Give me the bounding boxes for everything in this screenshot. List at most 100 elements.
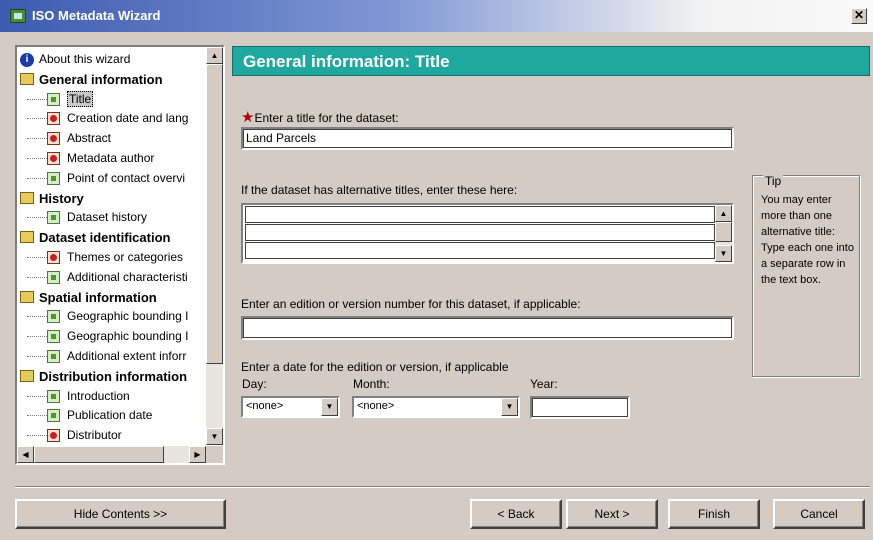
edition-input[interactable] xyxy=(246,320,729,334)
scroll-down-icon[interactable]: ▼ xyxy=(206,428,223,445)
tree-connector xyxy=(27,336,47,338)
tip-box: Tip You may enter more than one alternat… xyxy=(752,174,860,377)
tree-connector xyxy=(27,415,47,417)
book-icon xyxy=(20,369,34,382)
tree-item[interactable]: Point of contact overvi xyxy=(17,169,207,189)
tree-item-label: Creation date and lang xyxy=(67,111,189,126)
tree-item-label: History xyxy=(39,190,84,206)
tree-section[interactable]: History xyxy=(17,189,207,209)
tree-horizontal-scrollbar[interactable]: ◀ ▶ xyxy=(17,446,206,463)
scroll-down-icon[interactable]: ▼ xyxy=(715,245,732,262)
tree-item[interactable]: Creation date and lang xyxy=(17,109,207,129)
book-icon xyxy=(20,191,34,204)
tree-item-label: Introduction xyxy=(67,388,130,403)
tree-item[interactable]: Distributor xyxy=(17,426,207,446)
tree-item-label: Metadata author xyxy=(67,150,155,165)
tree-item-label: Distribution information xyxy=(39,368,188,384)
back-button[interactable]: < Back xyxy=(470,499,562,529)
tree-item[interactable]: Additional extent inforr xyxy=(17,347,207,367)
required-page-icon xyxy=(47,250,60,264)
tree-connector xyxy=(27,98,47,100)
tree-item-label: Dataset identification xyxy=(39,230,171,246)
tree-section[interactable]: General information xyxy=(17,70,207,90)
book-icon xyxy=(20,72,34,85)
scroll-left-icon[interactable]: ◀ xyxy=(17,446,34,463)
finish-button[interactable]: Finish xyxy=(668,499,760,529)
tree-connector xyxy=(27,355,47,357)
tree-item-label: General information xyxy=(39,71,163,87)
edition-input-box[interactable] xyxy=(241,316,734,340)
tree-item-label: Geographic bounding I xyxy=(67,329,189,344)
tree-connector xyxy=(27,316,47,318)
tree-item[interactable]: Dataset history xyxy=(17,208,207,228)
tree-section[interactable]: Spatial information xyxy=(17,288,207,308)
tree-item-label: Distributor xyxy=(67,428,122,443)
info-icon: i xyxy=(20,53,34,67)
date-label: Enter a date for the edition or version,… xyxy=(241,360,509,374)
tree-item[interactable]: Publication date xyxy=(17,406,207,426)
day-select[interactable]: <none> ▼ xyxy=(241,396,340,418)
tree-connector xyxy=(27,395,47,397)
month-select[interactable]: <none> ▼ xyxy=(352,396,520,418)
alt-titles-scrollbar[interactable]: ▲ ▼ xyxy=(715,205,732,262)
next-button[interactable]: Next > xyxy=(566,499,658,529)
alt-title-row[interactable] xyxy=(245,206,715,223)
tree-item-label: Additional characteristi xyxy=(67,269,188,284)
chevron-down-icon[interactable]: ▼ xyxy=(321,398,338,416)
scroll-up-icon[interactable]: ▲ xyxy=(206,47,223,64)
title-input[interactable] xyxy=(246,131,729,145)
page-icon xyxy=(47,349,60,363)
tree-item-label: Additional extent inforr xyxy=(67,348,187,363)
day-label: Day: xyxy=(242,377,267,391)
tree-item[interactable]: Themes or categories xyxy=(17,248,207,268)
tree-item[interactable]: Title xyxy=(17,90,207,110)
tree-item[interactable]: Introduction xyxy=(17,387,207,407)
title-label-text: Enter a title for the dataset: xyxy=(254,111,399,125)
tree-item[interactable]: Metadata author xyxy=(17,149,207,169)
scroll-thumb-horizontal[interactable] xyxy=(34,446,164,463)
tree-item-label: Abstract xyxy=(67,131,112,146)
page-icon xyxy=(47,409,60,423)
alt-titles-grid[interactable]: ▲ ▼ xyxy=(241,203,734,264)
tree-connector xyxy=(27,256,47,258)
page-icon xyxy=(47,330,60,344)
scrollbar-corner xyxy=(206,446,223,463)
tree-vertical-scrollbar[interactable]: ▲ ▼ xyxy=(206,47,223,445)
close-icon[interactable]: ✕ xyxy=(851,8,867,24)
contents-tree[interactable]: i About this wizard General information Tit… xyxy=(15,45,225,465)
tip-text: You may enter more than one alternative … xyxy=(761,194,854,286)
tree-item-label: Title xyxy=(67,90,94,107)
hide-contents-button[interactable]: Hide Contents >> xyxy=(15,499,226,529)
tree-section[interactable]: Dataset identification xyxy=(17,228,207,248)
tree-connector xyxy=(27,217,47,219)
chevron-down-icon[interactable]: ▼ xyxy=(501,398,518,416)
alt-title-row[interactable] xyxy=(245,224,715,241)
page-icon xyxy=(47,310,60,324)
page-icon xyxy=(47,211,60,225)
tree-item[interactable]: Geographic bounding I xyxy=(17,307,207,327)
required-page-icon xyxy=(47,429,60,443)
tree-connector xyxy=(27,138,47,140)
tree-item[interactable]: Geographic bounding I xyxy=(17,327,207,347)
tree-items: i About this wizard General information Tit… xyxy=(17,50,207,446)
scroll-up-icon[interactable]: ▲ xyxy=(715,205,732,222)
required-page-icon xyxy=(47,132,60,146)
tree-item[interactable]: Abstract xyxy=(17,129,207,149)
cancel-button[interactable]: Cancel xyxy=(773,499,865,529)
page-icon xyxy=(47,270,60,284)
tree-item[interactable]: i About this wizard xyxy=(17,50,207,70)
tree-item[interactable]: Additional characteristi xyxy=(17,268,207,288)
tree-section[interactable]: Distribution information xyxy=(17,367,207,387)
scroll-thumb[interactable] xyxy=(206,64,223,364)
tree-connector xyxy=(27,276,47,278)
title-input-box[interactable] xyxy=(241,127,734,150)
tree-item-label: Spatial information xyxy=(39,289,157,305)
year-input[interactable] xyxy=(535,400,625,414)
alt-title-row[interactable] xyxy=(245,242,715,259)
year-input-box[interactable] xyxy=(530,396,630,419)
tree-item-label: Point of contact overvi xyxy=(67,170,186,185)
scroll-thumb[interactable] xyxy=(715,222,732,242)
window-title: ISO Metadata Wizard xyxy=(32,8,161,23)
title-label: ★Enter a title for the dataset: xyxy=(241,108,399,126)
scroll-right-icon[interactable]: ▶ xyxy=(189,446,206,463)
